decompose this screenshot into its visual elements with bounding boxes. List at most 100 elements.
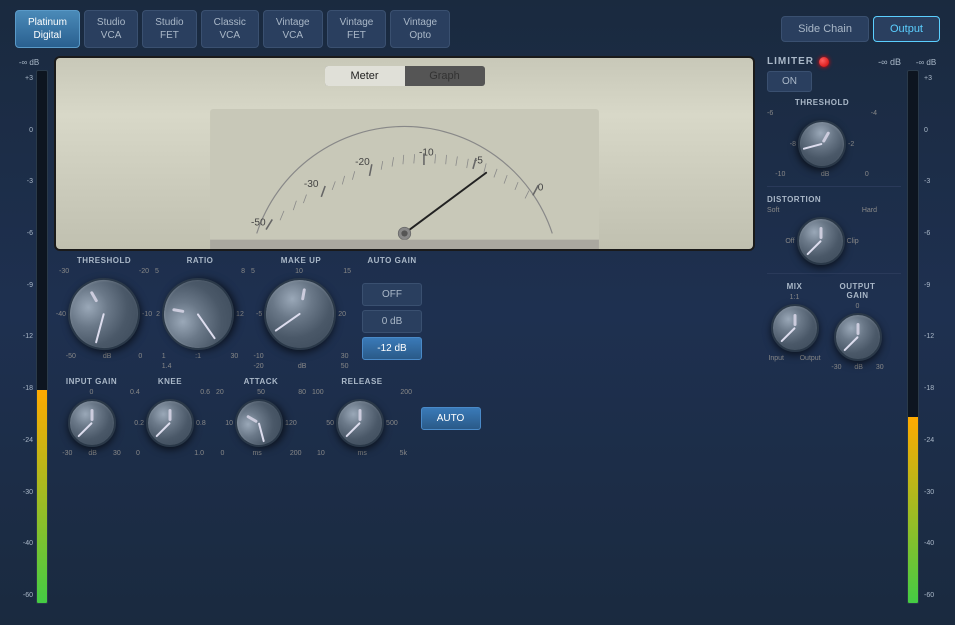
auto-button-group: AUTO bbox=[418, 377, 483, 430]
auto-gain-label: AUTO GAIN bbox=[367, 256, 416, 265]
left-tick-m30: -30 bbox=[23, 489, 33, 496]
attack-control: ATTACK 20 50 80 10 120 0 bbox=[216, 377, 306, 457]
limiter-threshold-knob[interactable] bbox=[789, 111, 855, 177]
left-vu-meter: +3 0 -3 -6 -9 -12 -18 -24 -30 -40 -60 bbox=[10, 70, 48, 604]
svg-text:-50: -50 bbox=[251, 218, 266, 229]
left-tick-0: 0 bbox=[29, 127, 33, 134]
right-tick-m40: -40 bbox=[924, 540, 934, 547]
left-tick-m12: -12 bbox=[23, 333, 33, 340]
svg-text:-10: -10 bbox=[419, 148, 434, 159]
right-tick-m18: -18 bbox=[924, 385, 934, 392]
auto-gain-0db-button[interactable]: 0 dB bbox=[362, 310, 422, 333]
left-tick-m40: -40 bbox=[23, 540, 33, 547]
mix-label: MIX bbox=[787, 282, 803, 291]
preset-classic-vca[interactable]: Classic VCA bbox=[201, 10, 259, 48]
output-gain-value: 0 bbox=[856, 303, 860, 310]
analog-meter-svg: -50 -30 -20 -10 -5 0 bbox=[56, 109, 753, 249]
vu-display-inner: Meter Graph -50 bbox=[56, 58, 753, 249]
auto-gain-off-button[interactable]: OFF bbox=[362, 283, 422, 306]
left-tick-m18: -18 bbox=[23, 385, 33, 392]
left-tick-3: +3 bbox=[25, 75, 33, 82]
preset-studio-fet[interactable]: Studio FET bbox=[142, 10, 196, 48]
right-tick-m3: -3 bbox=[924, 178, 930, 185]
left-tick-m6: -6 bbox=[27, 230, 33, 237]
left-vu-bar bbox=[36, 70, 48, 604]
right-vu-bar bbox=[907, 70, 919, 604]
input-gain-knob[interactable] bbox=[68, 399, 116, 447]
right-tick-m6: -6 bbox=[924, 230, 930, 237]
center-section: Meter Graph -50 bbox=[54, 56, 755, 604]
right-vu-meter: +3 0 -3 -6 -9 -12 -18 -24 -30 -40 -60 bbox=[907, 70, 945, 604]
distortion-label: DISTORTION bbox=[767, 195, 821, 204]
auto-button[interactable]: AUTO bbox=[421, 407, 481, 430]
limiter-section: LIMITER -∞ dB ON bbox=[767, 56, 901, 92]
ratio-knob[interactable] bbox=[156, 272, 239, 355]
left-vu-fill bbox=[37, 390, 47, 603]
distortion-knob[interactable] bbox=[797, 217, 845, 265]
makeup-knob[interactable] bbox=[259, 272, 342, 355]
threshold-knob[interactable] bbox=[55, 265, 153, 363]
preset-studio-vca[interactable]: Studio VCA bbox=[84, 10, 138, 48]
output-button[interactable]: Output bbox=[873, 16, 940, 42]
threshold-control: THRESHOLD -30 -20 -40 -10 -50 dB bbox=[59, 256, 149, 360]
right-tick-m60: -60 bbox=[924, 592, 934, 599]
output-gain-label: OUTPUT GAIN bbox=[830, 282, 885, 300]
svg-text:-30: -30 bbox=[304, 179, 319, 190]
left-vu-top-label: -∞ dB bbox=[19, 58, 39, 67]
release-knob[interactable] bbox=[336, 399, 384, 447]
top-bar: Platinum Digital Studio VCA Studio FET C… bbox=[10, 10, 945, 48]
makeup-control: MAKE UP 5 10 15 -5 20 -10 bbox=[251, 256, 351, 370]
mix-output-section: MIX 1:1 Input Output OUTPUT GAIN 0 bbox=[767, 282, 901, 371]
left-vu-section: -∞ dB +3 0 -3 -6 -9 -12 -18 -24 -30 -40 … bbox=[10, 56, 48, 604]
bottom-controls-row: INPUT GAIN 0 -30 dB 30 KNEE 0.4 bbox=[54, 377, 755, 457]
attack-label: ATTACK bbox=[244, 377, 279, 386]
svg-text:0: 0 bbox=[538, 183, 544, 194]
right-tick-m9: -9 bbox=[924, 282, 930, 289]
attack-knob[interactable] bbox=[226, 390, 292, 456]
output-gain-knob[interactable] bbox=[834, 313, 882, 361]
release-label: RELEASE bbox=[341, 377, 382, 386]
meter-tab[interactable]: Meter bbox=[325, 66, 405, 86]
left-tick-m24: -24 bbox=[23, 437, 33, 444]
knee-label: KNEE bbox=[158, 377, 182, 386]
auto-gain-control: AUTO GAIN OFF 0 dB -12 dB bbox=[357, 256, 427, 360]
left-tick-m3: -3 bbox=[27, 178, 33, 185]
preset-vintage-vca[interactable]: Vintage VCA bbox=[263, 10, 323, 48]
output-gain-control: OUTPUT GAIN 0 -30 dB 30 bbox=[830, 282, 885, 371]
distortion-control: DISTORTION Soft Hard Off Clip bbox=[767, 195, 877, 265]
limiter-led bbox=[819, 57, 829, 67]
main-controls-row: THRESHOLD -30 -20 -40 -10 -50 dB bbox=[54, 256, 755, 370]
mix-control: MIX 1:1 Input Output bbox=[767, 282, 822, 362]
limiter-threshold-label: THRESHOLD bbox=[795, 98, 849, 107]
right-vu-section: -∞ dB +3 0 -3 -6 -9 -12 -18 -24 -30 - bbox=[907, 56, 945, 604]
main-container: Platinum Digital Studio VCA Studio FET C… bbox=[0, 0, 955, 625]
right-tick-m24: -24 bbox=[924, 437, 934, 444]
right-tick-m30: -30 bbox=[924, 489, 934, 496]
limiter-label: LIMITER bbox=[767, 56, 814, 67]
right-vu-top-label: -∞ dB bbox=[916, 58, 936, 67]
side-chain-button[interactable]: Side Chain bbox=[781, 16, 869, 42]
knee-knob[interactable] bbox=[146, 399, 194, 447]
left-tick-m9: -9 bbox=[27, 282, 33, 289]
preset-tabs: Platinum Digital Studio VCA Studio FET C… bbox=[15, 10, 450, 48]
threshold-label: THRESHOLD bbox=[77, 256, 131, 265]
ratio-control: RATIO 5 8 2 12 1 :1 bbox=[155, 256, 245, 370]
content-area: -∞ dB +3 0 -3 -6 -9 -12 -18 -24 -30 -40 … bbox=[10, 56, 945, 604]
limiter-threshold-control: THRESHOLD -6 -4 -8 -2 -10 dB 0 bbox=[767, 98, 877, 178]
auto-gain-12db-button[interactable]: -12 dB bbox=[362, 337, 422, 360]
ratio-label: RATIO bbox=[187, 256, 214, 265]
vu-display: Meter Graph -50 bbox=[54, 56, 755, 251]
preset-vintage-fet[interactable]: Vintage FET bbox=[327, 10, 387, 48]
right-tick-m12: -12 bbox=[924, 333, 934, 340]
limiter-db-label: -∞ dB bbox=[878, 57, 901, 67]
preset-vintage-opto[interactable]: Vintage Opto bbox=[390, 10, 450, 48]
right-section: LIMITER -∞ dB ON THRESHOLD -6 -4 -8 bbox=[761, 56, 901, 604]
right-tick-0: 0 bbox=[924, 127, 928, 134]
limiter-on-button[interactable]: ON bbox=[767, 71, 812, 92]
mix-knob[interactable] bbox=[771, 304, 819, 352]
input-gain-label: INPUT GAIN bbox=[66, 377, 117, 386]
meter-graph-tabs: Meter Graph bbox=[325, 66, 485, 86]
graph-tab[interactable]: Graph bbox=[405, 66, 485, 86]
preset-platinum-digital[interactable]: Platinum Digital bbox=[15, 10, 80, 48]
input-gain-control: INPUT GAIN 0 -30 dB 30 bbox=[59, 377, 124, 457]
